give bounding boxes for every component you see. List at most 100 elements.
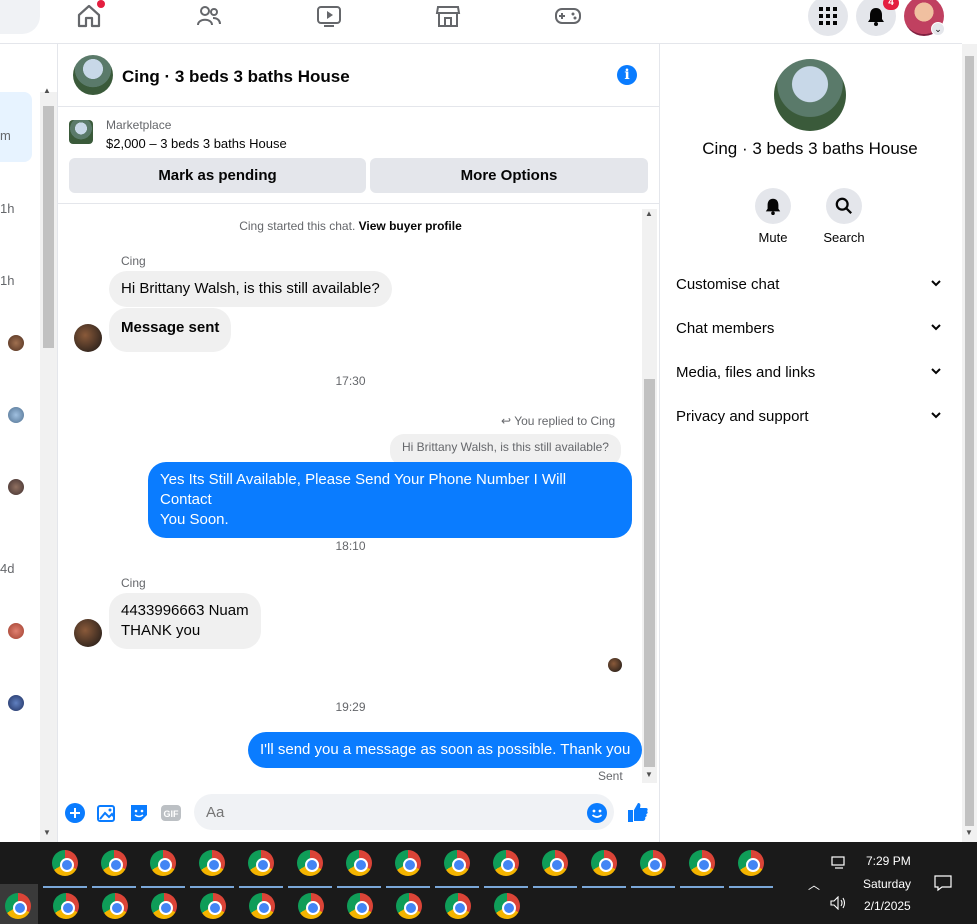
chrome-taskbar-icon[interactable] <box>199 850 225 876</box>
chrome-taskbar-icon[interactable] <box>396 893 422 919</box>
chrome-taskbar-icon[interactable] <box>738 850 764 876</box>
mark-as-pending-button[interactable]: Mark as pending <box>69 158 366 193</box>
chrome-taskbar-icon[interactable] <box>249 893 275 919</box>
conversation-time: m <box>0 128 11 143</box>
avatar[interactable] <box>74 619 102 647</box>
avatar[interactable] <box>8 407 24 423</box>
customise-chat-row[interactable]: Customise chat <box>676 276 946 306</box>
marketplace-icon[interactable] <box>434 2 462 30</box>
row-label: Chat members <box>676 320 775 337</box>
listing-photo[interactable] <box>774 59 846 131</box>
outgoing-message[interactable]: I'll send you a message as soon as possi… <box>248 732 643 768</box>
thread-scrollbar[interactable]: ▲ ▼ <box>642 209 657 783</box>
gif-icon[interactable]: GIF <box>161 803 181 823</box>
avatar[interactable] <box>8 479 24 495</box>
chrome-taskbar-icon[interactable] <box>52 850 78 876</box>
scrollbar-thumb[interactable] <box>644 379 655 767</box>
chevron-up-icon[interactable]: ︿ <box>808 876 820 893</box>
media-files-links-row[interactable]: Media, files and links <box>676 364 946 394</box>
chrome-taskbar-icon[interactable] <box>151 893 177 919</box>
plus-icon[interactable] <box>65 803 85 823</box>
chrome-taskbar-icon[interactable] <box>493 850 519 876</box>
chrome-taskbar-icon[interactable] <box>689 850 715 876</box>
clock-date[interactable]: 2/1/2025 <box>864 899 911 913</box>
friends-icon[interactable] <box>195 2 223 30</box>
incoming-message[interactable]: Hi Brittany Walsh, is this still availab… <box>109 271 392 307</box>
row-label: Privacy and support <box>676 408 809 425</box>
chrome-taskbar-icon[interactable] <box>444 850 470 876</box>
running-indicator <box>337 886 381 888</box>
search-button[interactable]: Search <box>814 188 874 245</box>
clock-time[interactable]: 7:29 PM <box>866 854 911 868</box>
active-conversation-item[interactable] <box>0 92 32 162</box>
photo-icon[interactable] <box>97 803 117 823</box>
volume-icon[interactable] <box>830 895 848 915</box>
running-indicator <box>631 886 675 888</box>
chrome-taskbar-icon[interactable] <box>347 893 373 919</box>
avatar[interactable] <box>74 324 102 352</box>
left-scrollbar[interactable]: ▲ ▼ <box>40 86 57 842</box>
scroll-up-arrow[interactable]: ▲ <box>43 86 51 95</box>
running-indicator <box>141 886 185 888</box>
clock-day[interactable]: Saturday <box>863 877 911 891</box>
chevron-down-icon[interactable]: ⌄ <box>931 22 945 36</box>
avatar[interactable] <box>8 335 24 351</box>
reply-icon: ↩ <box>501 414 512 428</box>
gaming-icon[interactable] <box>554 2 582 30</box>
privacy-support-row[interactable]: Privacy and support <box>676 408 946 438</box>
chrome-taskbar-icon[interactable] <box>591 850 617 876</box>
scrollbar-thumb[interactable] <box>965 56 974 826</box>
scroll-up-arrow[interactable]: ▲ <box>645 209 653 218</box>
scroll-down-arrow[interactable]: ▼ <box>645 770 653 779</box>
chat-members-row[interactable]: Chat members <box>676 320 946 350</box>
chrome-taskbar-icon[interactable] <box>5 893 31 919</box>
chrome-taskbar-icon[interactable] <box>445 893 471 919</box>
bell-icon[interactable] <box>755 188 791 224</box>
search-box[interactable] <box>0 0 40 34</box>
sticker-icon[interactable] <box>129 803 149 823</box>
running-indicator <box>288 886 332 888</box>
notification-center-icon[interactable] <box>934 874 952 897</box>
scroll-down-arrow[interactable]: ▼ <box>965 828 973 837</box>
listing-price[interactable]: $2,000 – 3 beds 3 baths House <box>106 136 287 151</box>
scrollbar-thumb[interactable] <box>43 106 54 348</box>
emoji-icon[interactable] <box>587 803 607 823</box>
like-icon[interactable] <box>627 801 648 822</box>
menu-grid-icon[interactable] <box>808 0 848 36</box>
chrome-taskbar-icon[interactable] <box>200 893 226 919</box>
chat-title[interactable]: Cing · 3 beds 3 baths House <box>122 67 350 87</box>
message-input[interactable] <box>194 794 614 830</box>
listing-thumbnail[interactable] <box>73 55 113 95</box>
chrome-taskbar-icon[interactable] <box>640 850 666 876</box>
chrome-taskbar-icon[interactable] <box>298 893 324 919</box>
chrome-taskbar-icon[interactable] <box>542 850 568 876</box>
reply-text: You replied to Cing <box>514 414 616 428</box>
incoming-message[interactable]: 4433996663 Nuam THANK you <box>109 593 261 649</box>
message-line: Yes Its Still Available, Please Send You… <box>160 471 567 508</box>
incoming-message[interactable]: Message sent <box>109 308 232 352</box>
chrome-taskbar-icon[interactable] <box>494 893 520 919</box>
outgoing-message[interactable]: Yes Its Still Available, Please Send You… <box>148 462 632 538</box>
listing-thumbnail[interactable] <box>69 120 93 144</box>
chrome-taskbar-icon[interactable] <box>248 850 274 876</box>
avatar[interactable] <box>8 623 24 639</box>
chrome-taskbar-icon[interactable] <box>395 850 421 876</box>
chrome-taskbar-icon[interactable] <box>101 850 127 876</box>
mute-button[interactable]: Mute <box>743 188 803 245</box>
network-icon[interactable] <box>831 856 847 875</box>
more-options-button[interactable]: More Options <box>370 158 648 193</box>
watch-icon[interactable] <box>315 2 343 30</box>
info-icon[interactable]: i <box>617 65 637 85</box>
avatar[interactable] <box>8 695 24 711</box>
chrome-taskbar-icon[interactable] <box>150 850 176 876</box>
chat-panel: Cing · 3 beds 3 baths House i Marketplac… <box>57 44 660 842</box>
chrome-taskbar-icon[interactable] <box>102 893 128 919</box>
chrome-taskbar-icon[interactable] <box>346 850 372 876</box>
page-scrollbar[interactable]: ▼ <box>962 44 977 842</box>
chrome-taskbar-icon[interactable] <box>53 893 79 919</box>
search-icon[interactable] <box>826 188 862 224</box>
sender-name: Cing <box>121 576 146 590</box>
view-buyer-profile-link[interactable]: View buyer profile <box>359 219 462 233</box>
scroll-down-arrow[interactable]: ▼ <box>43 828 51 837</box>
chrome-taskbar-icon[interactable] <box>297 850 323 876</box>
